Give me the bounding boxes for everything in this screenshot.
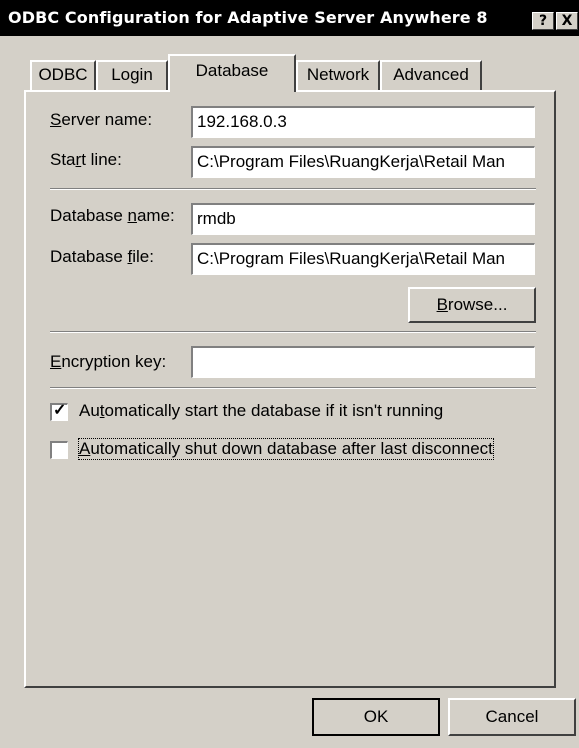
server-name-input[interactable]: 192.168.0.3 [191, 106, 535, 138]
tab-label: Database [195, 61, 269, 80]
encryption-key-input[interactable] [191, 346, 535, 378]
tab-odbc[interactable]: ODBC [30, 60, 96, 90]
title-bar: ODBC Configuration for Adaptive Server A… [0, 0, 579, 36]
start-line-input[interactable]: C:\Program Files\RuangKerja\Retail Man [191, 146, 535, 178]
encryption-key-label: Encryption key: [50, 352, 167, 371]
close-icon: X [561, 13, 573, 29]
tab-label: Network [306, 65, 370, 84]
separator [50, 331, 536, 333]
tab-label: Login [111, 65, 153, 84]
separator [50, 387, 536, 389]
window-title: ODBC Configuration for Adaptive Server A… [8, 8, 488, 27]
separator [50, 188, 536, 190]
auto-shutdown-label[interactable]: Automatically shut down database after l… [78, 438, 494, 460]
checkmark-icon: ✓ [53, 402, 67, 419]
auto-start-label[interactable]: Automatically start the database if it i… [79, 401, 443, 421]
ok-button[interactable]: OK [312, 698, 440, 736]
database-name-label: Database name: [50, 206, 175, 225]
server-name-label: Server name: [50, 110, 153, 129]
tab-panel [24, 90, 556, 688]
tab-label: Advanced [393, 65, 469, 84]
tab-label: ODBC [38, 65, 88, 84]
help-icon: ? [538, 13, 548, 29]
cancel-button[interactable]: Cancel [448, 698, 576, 736]
database-file-input[interactable]: C:\Program Files\RuangKerja\Retail Man [191, 243, 535, 275]
help-button[interactable]: ? [532, 12, 554, 30]
database-name-input[interactable]: rmdb [191, 203, 535, 235]
odbc-config-dialog: ODBC Configuration for Adaptive Server A… [0, 0, 579, 748]
database-file-label: Database file: [50, 247, 154, 266]
tab-advanced[interactable]: Advanced [380, 60, 482, 90]
tab-network[interactable]: Network [296, 60, 380, 90]
auto-start-checkbox[interactable]: ✓ [50, 402, 68, 421]
start-line-label: Start line: [50, 150, 122, 169]
close-button[interactable]: X [556, 12, 578, 30]
browse-button[interactable]: Browse... [408, 287, 536, 323]
auto-shutdown-checkbox[interactable] [50, 441, 68, 459]
tab-database[interactable]: Database [168, 54, 296, 92]
tab-login[interactable]: Login [96, 60, 168, 90]
